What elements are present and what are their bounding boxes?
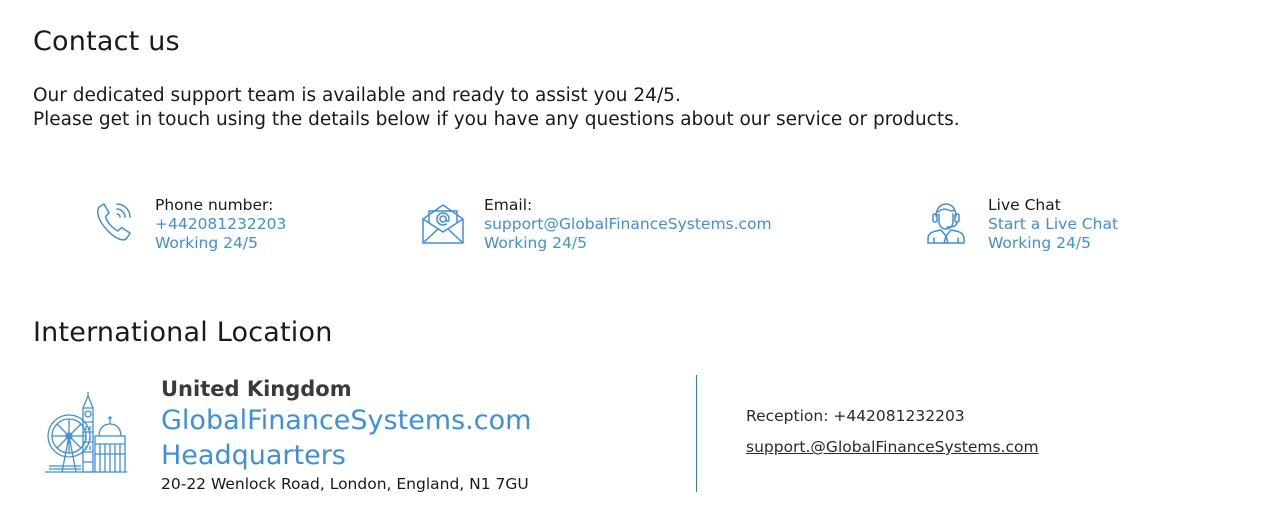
chat-hours: Working 24/5 (988, 234, 1091, 252)
london-landmarks-icon (45, 392, 127, 473)
intro-line-2: Please get in touch using the details be… (33, 109, 960, 130)
vertical-divider (696, 375, 697, 492)
phone-hours: Working 24/5 (155, 234, 258, 252)
country-name: United Kingdom (161, 377, 352, 401)
office-name-line-1: GlobalFinanceSystems.com (161, 405, 532, 436)
phone-number-link[interactable]: +442081232203 (155, 215, 286, 234)
support-agent-icon (927, 203, 965, 244)
start-live-chat-link[interactable]: Start a Live Chat (988, 215, 1118, 234)
contact-title: Contact us (33, 26, 180, 57)
phone-label: Phone number: (155, 196, 274, 214)
live-chat-contact: Live Chat Start a Live Chat Working 24/5 (922, 196, 1118, 253)
reception-phone: Reception: +442081232203 (746, 407, 965, 425)
email-hours: Working 24/5 (484, 234, 587, 252)
office-name-line-2: Headquarters (161, 440, 346, 471)
chat-label: Live Chat (988, 196, 1061, 214)
phone-contact: Phone number: +442081232203 Working 24/5 (90, 196, 286, 253)
office-address: 20-22 Wenlock Road, London, England, N1 … (161, 475, 529, 493)
location-title: International Location (33, 317, 333, 348)
office-email-link[interactable]: support.@GlobalFinanceSystems.com (746, 438, 1039, 456)
intro-line-1: Our dedicated support team is available … (33, 85, 681, 106)
envelope-icon (422, 204, 464, 244)
support-email-link[interactable]: support@GlobalFinanceSystems.com (484, 215, 772, 234)
contact-intro: Our dedicated support team is available … (33, 84, 960, 132)
phone-icon (97, 203, 131, 241)
contact-page: Contact us Our dedicated support team is… (0, 0, 1263, 510)
email-label: Email: (484, 196, 533, 214)
email-contact: Email: support@GlobalFinanceSystems.com … (419, 196, 772, 253)
office-details: United Kingdom GlobalFinanceSystems.com … (161, 375, 531, 493)
